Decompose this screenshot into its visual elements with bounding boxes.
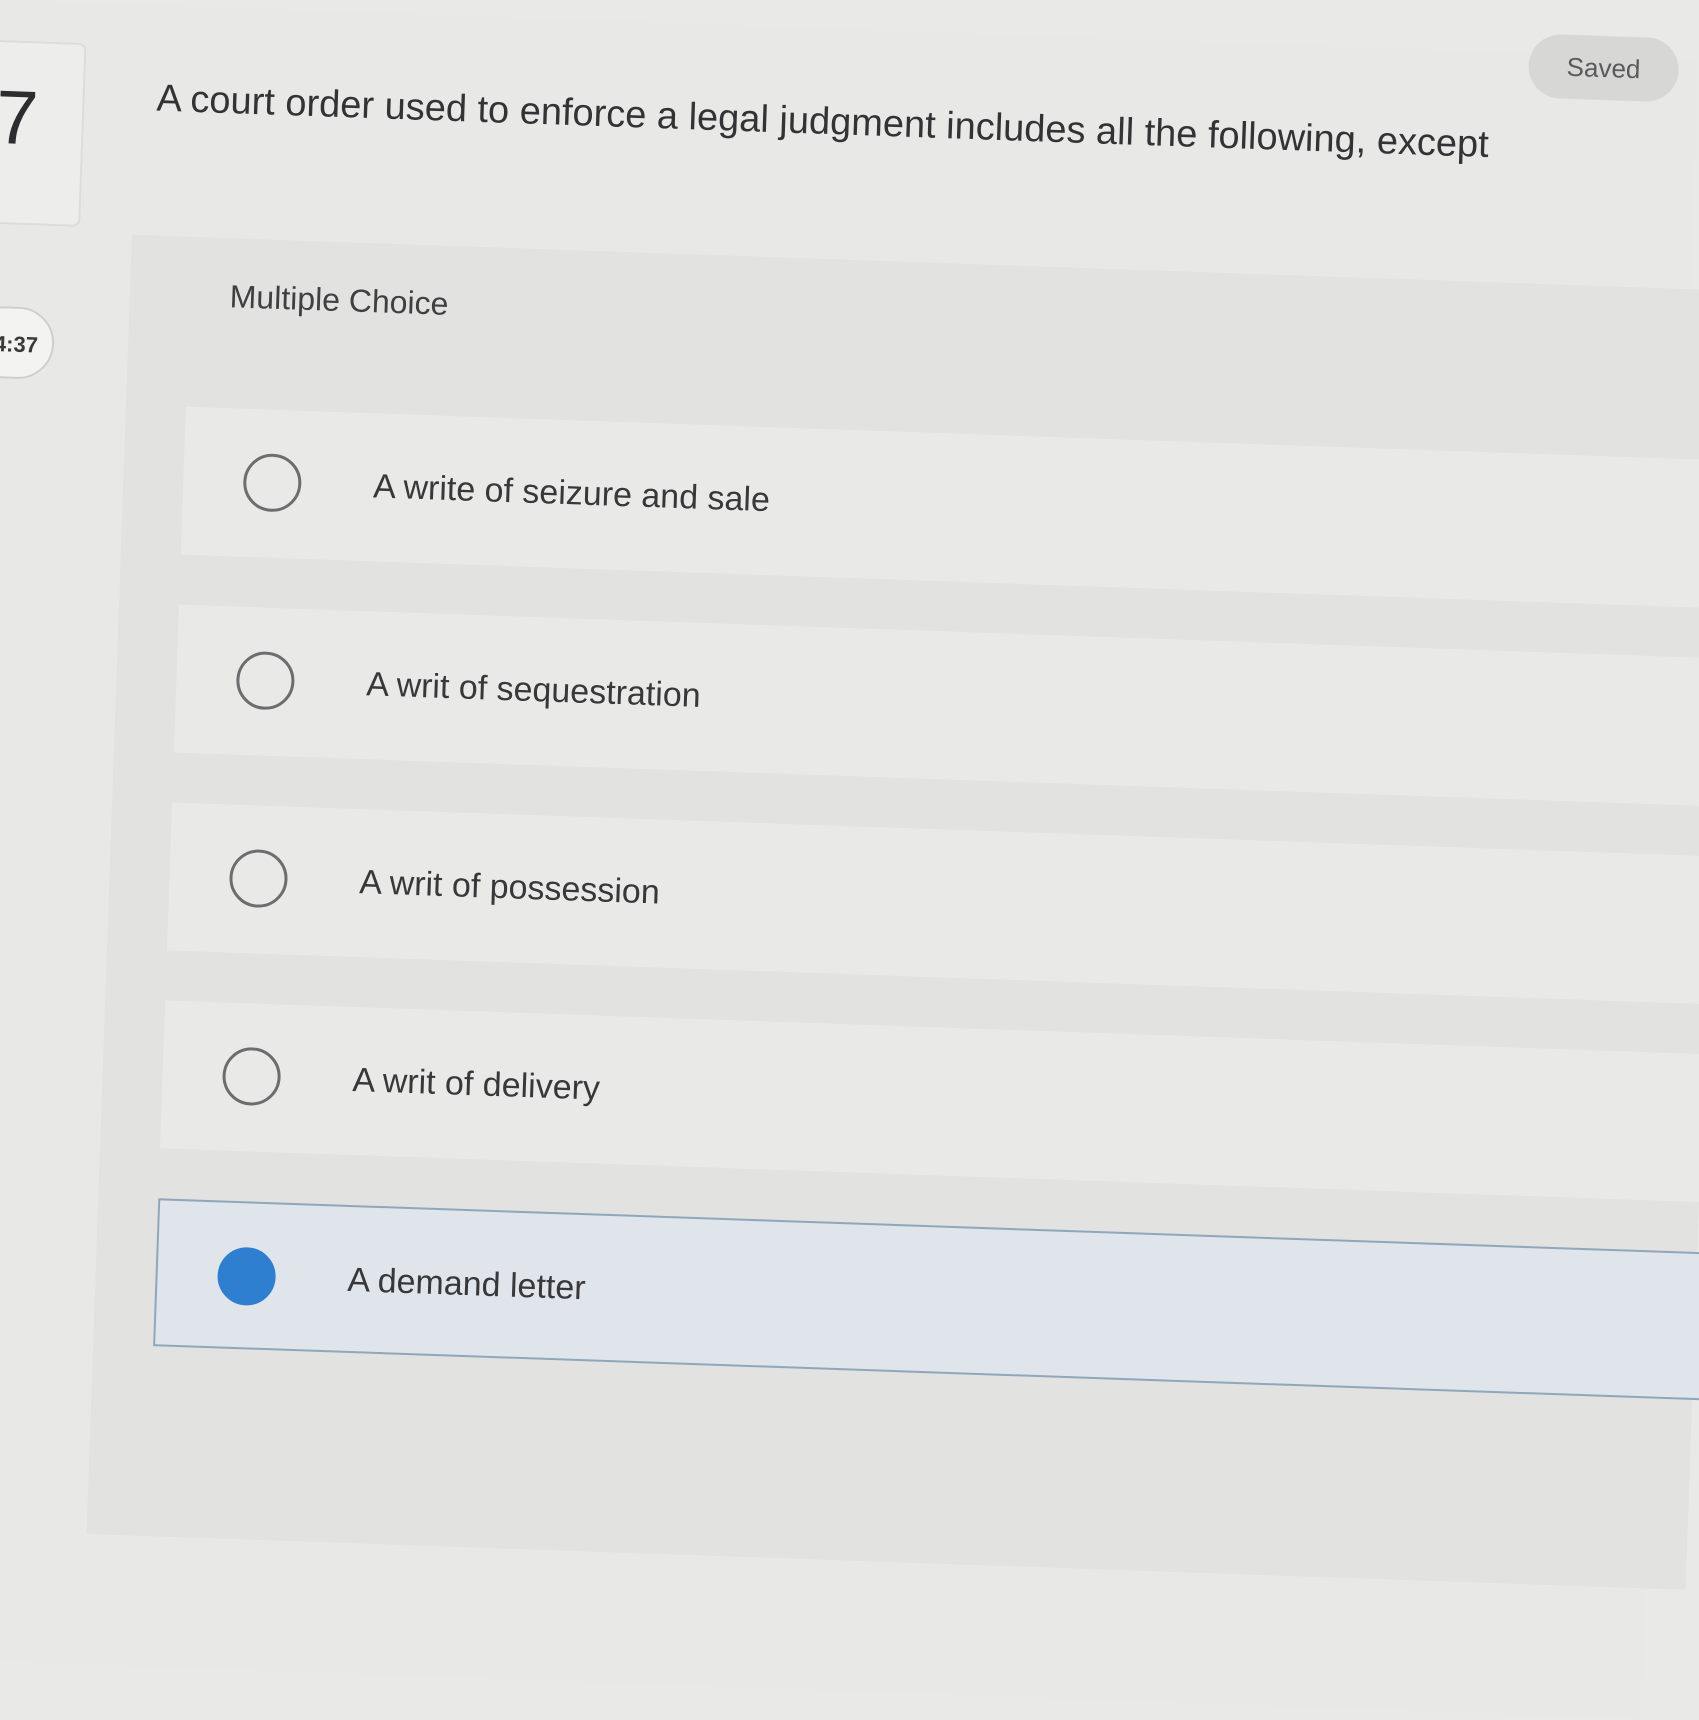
answer-option[interactable]: A writ of delivery <box>160 1000 1699 1203</box>
answer-option-label: A writ of delivery <box>351 1060 601 1108</box>
saved-status-badge: Saved <box>1527 33 1680 103</box>
answer-option[interactable]: A writ of possession <box>166 802 1699 1005</box>
answer-option-label: A write of seizure and sale <box>372 467 771 520</box>
radio-button-icon[interactable] <box>242 452 303 513</box>
question-text: A court order used to enforce a legal ju… <box>155 77 1490 167</box>
answer-option[interactable]: A writ of sequestration <box>173 604 1699 807</box>
radio-button-selected-icon[interactable] <box>216 1246 277 1307</box>
answer-option-label: A writ of possession <box>358 863 661 912</box>
answer-option-selected[interactable]: A demand letter <box>153 1198 1699 1401</box>
answer-option-label: A writ of sequestration <box>365 665 702 715</box>
question-type-label: Multiple Choice <box>229 278 450 322</box>
answer-options: A write of seizure and sale A writ of se… <box>151 406 1699 1451</box>
answer-option-label: A demand letter <box>346 1260 587 1308</box>
timer-badge: 4:37 <box>0 305 56 381</box>
quiz-page: 7 4:37 Saved A court order used to enfor… <box>0 0 1699 1719</box>
answer-option[interactable]: A write of seizure and sale <box>180 406 1699 610</box>
radio-button-icon[interactable] <box>235 650 296 711</box>
radio-button-icon[interactable] <box>228 848 289 909</box>
question-number: 7 <box>0 74 40 162</box>
answer-panel: Multiple Choice A write of seizure and s… <box>86 234 1699 1590</box>
radio-button-icon[interactable] <box>221 1046 282 1107</box>
